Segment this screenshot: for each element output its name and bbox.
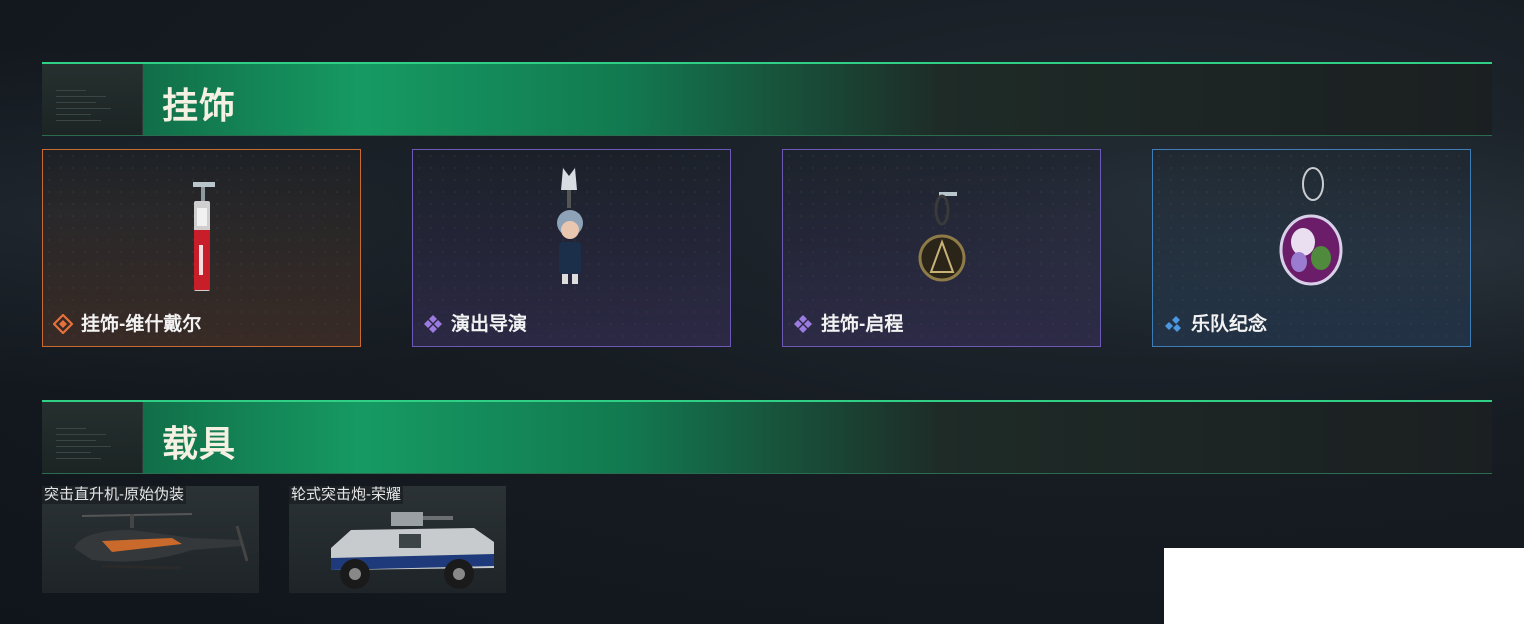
vehicle-card[interactable]: 突击直升机-原始伪装: [42, 486, 259, 593]
rarity-purple-icon: [424, 315, 442, 333]
vehicle-card[interactable]: 轮式突击炮-荣耀: [289, 486, 506, 593]
charm-label: 演出导演: [451, 314, 528, 335]
charm-card[interactable]: 乐队纪念: [1152, 149, 1471, 347]
charm-label: 挂饰-启程: [821, 314, 904, 335]
vehicle-label: 轮式突击炮-荣耀: [289, 486, 403, 504]
charm-label: 乐队纪念: [1191, 314, 1268, 335]
section-header-vehicles: 载具: [42, 400, 1492, 474]
rarity-orange-icon: [53, 314, 73, 334]
charm-label: 挂饰-维什戴尔: [81, 314, 202, 335]
header-stub: [42, 64, 143, 135]
section-header-charms: 挂饰: [42, 62, 1492, 136]
overlay-panel: [1164, 548, 1524, 624]
charm-card[interactable]: 挂饰-维什戴尔: [42, 149, 361, 347]
charm-card[interactable]: 演出导演: [412, 149, 731, 347]
header-stub: [42, 402, 143, 473]
charm-card[interactable]: 挂饰-启程: [782, 149, 1101, 347]
section-title: 挂饰: [162, 85, 237, 126]
rarity-purple-icon: [794, 315, 812, 333]
vehicle-label: 突击直升机-原始伪装: [42, 486, 186, 504]
section-title: 载具: [162, 423, 237, 464]
rarity-blue-icon: [1165, 316, 1181, 332]
